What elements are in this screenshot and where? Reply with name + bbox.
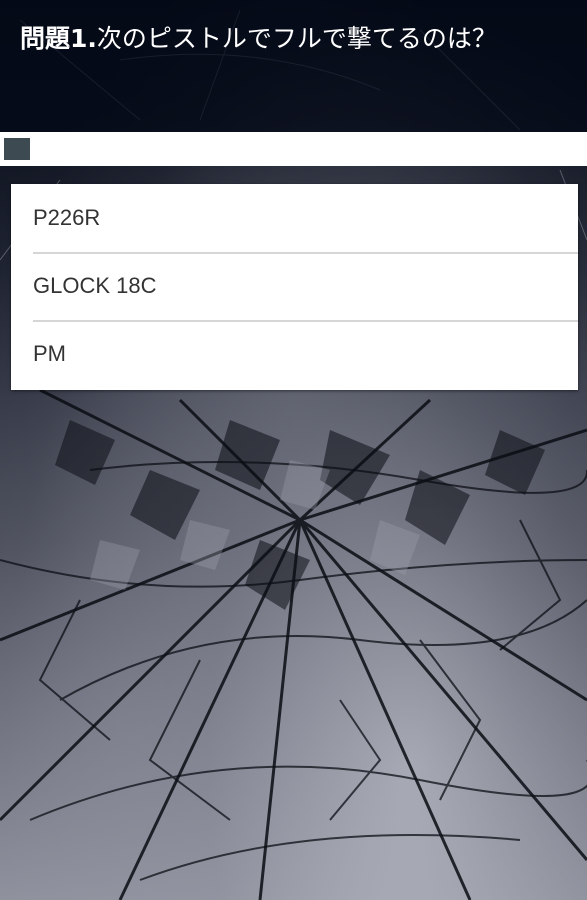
answer-option-label: P226R: [33, 205, 101, 230]
progress-bar: [0, 132, 587, 166]
answer-option-label: GLOCK 18C: [33, 273, 157, 298]
answer-option-3[interactable]: PM: [11, 320, 578, 388]
answer-list: P226R GLOCK 18C PM: [11, 184, 578, 390]
answer-option-2[interactable]: GLOCK 18C: [11, 252, 578, 320]
answer-option-label: PM: [33, 341, 66, 366]
question-text: 次のピストルでフルで撃てるのは？: [96, 24, 497, 53]
question-title: 問題1.次のピストルでフルで撃てるのは？: [20, 18, 540, 60]
question-number: 問題1.: [20, 24, 97, 53]
question-header: 問題1.次のピストルでフルで撃てるのは？: [0, 0, 587, 132]
progress-bar-fill: [4, 138, 30, 160]
answer-option-1[interactable]: P226R: [11, 184, 578, 252]
